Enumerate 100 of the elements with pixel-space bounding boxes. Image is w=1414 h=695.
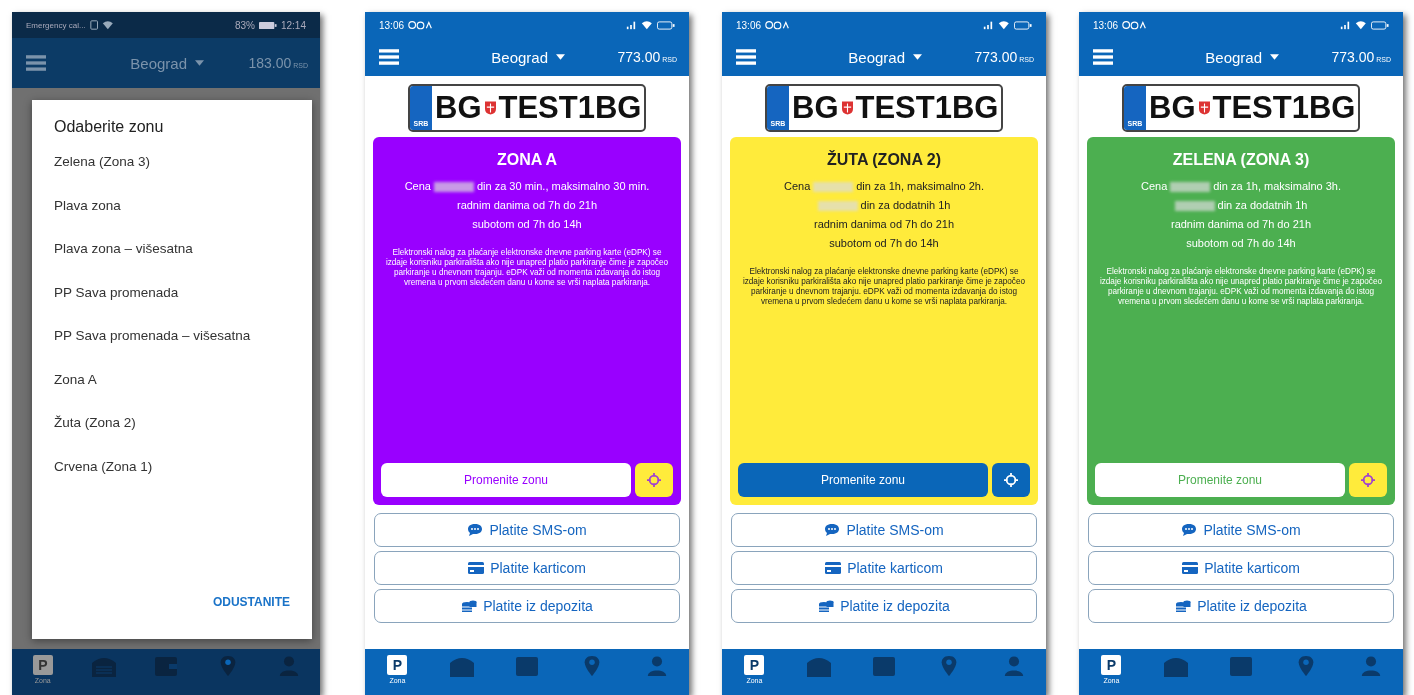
status-time: 13:06 xyxy=(736,19,762,31)
city-dropdown[interactable]: Beograd xyxy=(46,54,249,72)
wifi-icon xyxy=(1355,20,1367,30)
payment-button[interactable]: Platite karticom xyxy=(731,551,1037,585)
caret-icon xyxy=(1270,54,1280,60)
zone-option[interactable]: Zona A xyxy=(54,371,290,415)
parking-icon: P xyxy=(387,655,408,675)
zone-option[interactable]: Crvena (Zona 1) xyxy=(54,458,290,502)
status-time: 13:06 xyxy=(1093,19,1119,31)
coins-icon xyxy=(1175,599,1192,613)
battery-icon xyxy=(1371,20,1389,30)
plate-number: TEST1BG xyxy=(855,90,999,126)
price-text: din za dodatnih 1h xyxy=(1217,198,1308,213)
city-dropdown[interactable]: Beograd xyxy=(399,48,618,66)
parking-icon: P xyxy=(1101,655,1122,675)
crosshair-icon xyxy=(1004,473,1018,487)
wifi-icon xyxy=(998,20,1010,30)
blurred-price xyxy=(433,181,474,192)
payment-button[interactable]: Platite SMS-om xyxy=(731,513,1037,547)
zone-title: ZONA A xyxy=(496,151,558,169)
parking-icon: P xyxy=(32,655,53,675)
battery-icon xyxy=(258,20,277,30)
payment-button[interactable]: Platite iz depozita xyxy=(731,589,1037,623)
credit-card-icon xyxy=(468,561,485,575)
plate-city: BG xyxy=(435,90,482,126)
plate-city: BG xyxy=(792,90,839,126)
battery-icon xyxy=(657,20,675,30)
signal-icon xyxy=(625,20,638,30)
change-zone-button[interactable]: Promenite zonu xyxy=(738,463,988,497)
plate-number: TEST1BG xyxy=(498,90,642,126)
garage-icon xyxy=(450,655,475,677)
crosshair-icon xyxy=(647,473,661,487)
blurred-price xyxy=(1174,200,1215,211)
balance-amount: 773.00 xyxy=(974,49,1018,65)
chat-bubble-icon xyxy=(1181,523,1198,537)
locate-button[interactable] xyxy=(635,463,673,497)
plate-city: BG xyxy=(1149,90,1196,126)
shield-icon xyxy=(484,101,496,115)
wallet-icon xyxy=(515,655,539,677)
price-text: din za 30 min., maksimalno 30 min. xyxy=(476,179,650,194)
edpk-note: Elektronski nalog za plaćanje elektronske dnevne parking karte (eDPK) se izdaje korisniku parkirališta ako nije unapred platio parkiranje čime je započeo parkiranje u dnevnom trajanju. eDPK važi od momenta izdavanja do istog vremena u prvom sledećem danu u kome se vrši naplata parkiranja. xyxy=(741,267,1027,307)
payment-button[interactable]: Platite karticom xyxy=(1088,551,1394,585)
wallet-icon xyxy=(1229,655,1253,677)
zone-option[interactable]: PP Sava promenada xyxy=(54,284,290,328)
battery-icon xyxy=(1014,20,1032,30)
plate-number: TEST1BG xyxy=(1212,90,1356,126)
menu-icon[interactable] xyxy=(736,48,756,66)
locate-button[interactable] xyxy=(1349,463,1387,497)
wifi-icon xyxy=(101,20,114,30)
balance-amount: 773.00 xyxy=(1331,49,1375,65)
wallet-icon xyxy=(154,655,178,677)
notification-icons xyxy=(765,20,791,30)
payment-button[interactable]: Platite iz depozita xyxy=(1088,589,1394,623)
cancel-button[interactable]: ODUSTANITE xyxy=(212,591,290,613)
sim-icon xyxy=(89,20,98,30)
change-zone-button[interactable]: Promenite zonu xyxy=(381,463,631,497)
zone-option[interactable]: Plava zona xyxy=(54,197,290,241)
wallet-icon xyxy=(872,655,896,677)
payment-button[interactable]: Platite SMS-om xyxy=(374,513,680,547)
caret-icon xyxy=(195,60,205,66)
dialog-title: Odaberite zonu xyxy=(54,118,165,136)
caret-icon xyxy=(556,54,566,60)
schedule-text: radnim danima od 7h do 21h xyxy=(456,198,597,213)
notification-icons xyxy=(1122,20,1148,30)
payment-button[interactable]: Platite karticom xyxy=(374,551,680,585)
credit-card-icon xyxy=(1182,561,1199,575)
blurred-price xyxy=(813,181,854,192)
zone-option[interactable]: Žuta (Zona 2) xyxy=(54,415,290,459)
crosshair-icon xyxy=(1361,473,1375,487)
schedule-text: subotom od 7h do 14h xyxy=(1186,236,1296,251)
shield-icon xyxy=(841,101,853,115)
edpk-note: Elektronski nalog za plaćanje elektronske dnevne parking karte (eDPK) se izdaje korisniku parkirališta ako nije unapred platio parkiranje čime je započeo parkiranje u dnevnom trajanju. eDPK važi od momenta izdavanja do istog vremena u prvom sledećem danu u kome se vrši naplata parkiranja. xyxy=(1098,267,1384,307)
status-text: Emergency cal... xyxy=(26,20,86,30)
price-text: Cena xyxy=(1140,179,1168,194)
zone-option[interactable]: PP Sava promenada – višesatna xyxy=(54,328,290,372)
schedule-text: subotom od 7h do 14h xyxy=(829,236,939,251)
city-dropdown[interactable]: Beograd xyxy=(756,48,975,66)
zone-option[interactable]: Plava zona – višesatna xyxy=(54,241,290,285)
zone-title: ZELENA (ZONA 3) xyxy=(1172,151,1310,169)
signal-icon xyxy=(1339,20,1352,30)
city-dropdown[interactable]: Beograd xyxy=(1113,48,1332,66)
credit-card-icon xyxy=(825,561,842,575)
menu-icon[interactable] xyxy=(26,54,46,72)
payment-button[interactable]: Platite SMS-om xyxy=(1088,513,1394,547)
garage-icon xyxy=(92,655,117,677)
parking-icon: P xyxy=(744,655,765,675)
zone-option[interactable]: Zelena (Zona 3) xyxy=(54,154,290,198)
wifi-icon xyxy=(641,20,653,30)
battery-percent: 83% xyxy=(234,19,255,31)
locate-button[interactable] xyxy=(992,463,1030,497)
price-text: din za 1h, maksimalno 3h. xyxy=(1213,179,1342,194)
edpk-note: Elektronski nalog za plaćanje elektronske dnevne parking karte (eDPK) se izdaje korisniku parkirališta ako nije unapred platio parkiranje čime je započeo parkiranje u dnevnom trajanju. eDPK važi od momenta izdavanja do istog vremena u prvom sledećem danu u kome se vrši naplata parkiranja. xyxy=(384,248,670,288)
zone-title: ŽUTA (ZONA 2) xyxy=(826,151,942,169)
status-time: 13:06 xyxy=(379,19,405,31)
menu-icon[interactable] xyxy=(1093,48,1113,66)
payment-button[interactable]: Platite iz depozita xyxy=(374,589,680,623)
menu-icon[interactable] xyxy=(379,48,399,66)
schedule-text: radnim danima od 7h do 21h xyxy=(813,217,954,232)
notification-icons xyxy=(408,20,434,30)
blurred-price xyxy=(817,200,858,211)
